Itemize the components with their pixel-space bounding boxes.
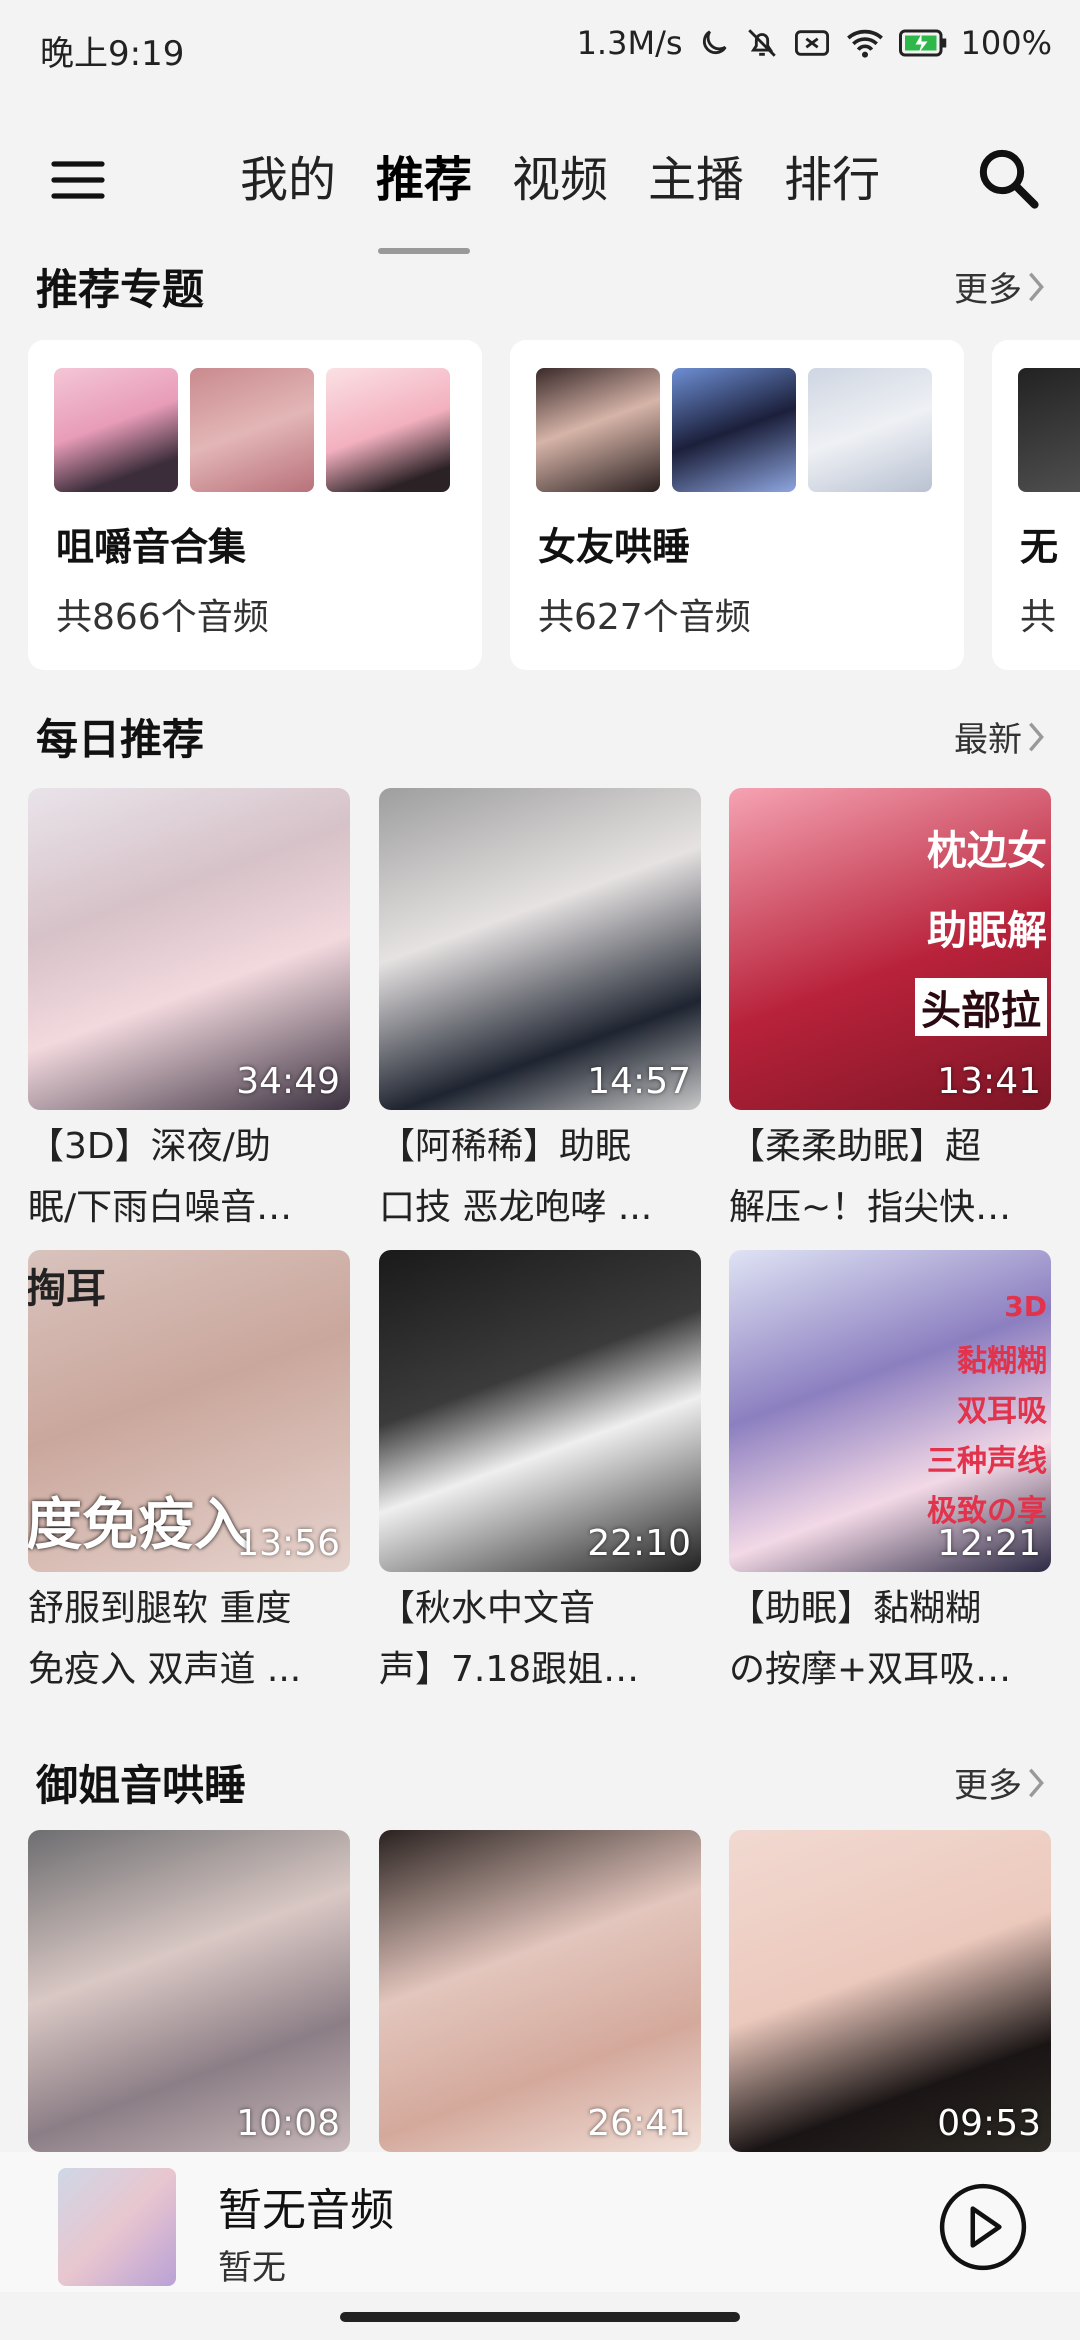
moon-icon	[702, 30, 727, 55]
daily-header: 每日推荐 最新	[36, 706, 1046, 776]
topic-count: 共	[1020, 597, 1057, 638]
video-duration: 12:21	[937, 1523, 1041, 1564]
battery-percent: 100%	[960, 24, 1052, 62]
video-card[interactable]: 掏耳 度免疫入 13:56 舒服到腿软 重度 免疫入 双声道 ...	[28, 1250, 350, 1700]
video-thumbnail: 22:10	[379, 1250, 701, 1572]
topic-card[interactable]: 女友哄睡 共627个音频	[510, 340, 964, 670]
topic-count: 共866个音频	[56, 597, 269, 638]
thumbnail-caption: 3D	[1004, 1290, 1047, 1323]
video-card[interactable]: 34:49 【3D】深夜/助 眠/下雨白噪音…	[28, 788, 350, 1238]
bell-off-icon	[747, 29, 776, 57]
topic-thumbnail	[1018, 368, 1080, 492]
topic-card[interactable]: 无 共	[992, 340, 1080, 670]
section-title: 推荐专题	[36, 265, 205, 314]
video-card[interactable]: 26:41	[379, 1830, 701, 2152]
section-title: 御姐音哄睡	[36, 1761, 247, 1810]
video-duration: 34:49	[236, 1061, 340, 1102]
play-icon[interactable]	[938, 2182, 1028, 2272]
featured-header: 推荐专题 更多	[36, 256, 1046, 326]
mini-player[interactable]: 暂无音频 暂无	[0, 2152, 1080, 2292]
video-duration: 13:41	[937, 1061, 1041, 1102]
tab-anchor[interactable]: 主播	[628, 140, 764, 220]
video-title: 【阿稀稀】助眠 口技 恶龙咆哮 ...	[379, 1126, 653, 1228]
topic-thumbnail	[326, 368, 450, 492]
section-title: 每日推荐	[36, 715, 205, 764]
yujie-header: 御姐音哄睡 更多	[36, 1752, 1046, 1822]
video-card[interactable]: 3D 黏糊糊 双耳吸 三种声线 极致の享 12:21 【助眠】黏糊糊 の按摩+双耳…	[729, 1250, 1051, 1700]
battery-charging-icon	[898, 29, 946, 57]
chevron-right-icon	[1029, 722, 1044, 751]
wifi-icon	[846, 29, 883, 58]
video-title: 【3D】深夜/助 眠/下雨白噪音…	[28, 1126, 293, 1228]
video-thumbnail: 14:57	[379, 788, 701, 1110]
video-thumbnail: 10:08	[28, 1830, 350, 2152]
tab-video[interactable]: 视频	[492, 140, 628, 220]
thumbnail-caption: 度免疫入	[28, 1493, 250, 1558]
video-card[interactable]: 10:08	[28, 1830, 350, 2152]
topic-name: 无	[1020, 525, 1059, 569]
home-indicator[interactable]	[340, 2312, 740, 2322]
tab-recommend[interactable]: 推荐	[356, 140, 492, 254]
video-title: 【柔柔助眠】超 解压~！指尖快…	[729, 1126, 1012, 1228]
video-thumbnail: 34:49	[28, 788, 350, 1110]
status-bar: 晚上9:19 1.3M/s 100%	[0, 0, 1080, 100]
more-button[interactable]: 更多	[954, 262, 1046, 311]
thumbnail-caption: 掏耳	[28, 1266, 106, 1312]
video-thumbnail: 09:53	[729, 1830, 1051, 2152]
more-label: 更多	[954, 270, 1022, 310]
player-cover	[58, 2168, 176, 2286]
video-thumbnail: 掏耳 度免疫入 13:56	[28, 1250, 350, 1572]
more-label: 更多	[954, 1766, 1022, 1806]
thumbnail-caption: 黏糊糊	[957, 1344, 1047, 1379]
video-duration: 13:56	[236, 1523, 340, 1564]
video-thumbnail: 枕边女 助眠解 头部拉 13:41	[729, 788, 1051, 1110]
topic-carousel[interactable]: 咀嚼音合集 共866个音频 女友哄睡 共627个音频 无 共	[28, 340, 1080, 670]
network-speed: 1.3M/s	[576, 24, 683, 62]
player-title: 暂无音频	[218, 2185, 394, 2236]
video-title: 舒服到腿软 重度 免疫入 双声道 ...	[28, 1588, 302, 1690]
thumbnail-caption: 头部拉	[915, 978, 1047, 1036]
chevron-right-icon	[1029, 1768, 1044, 1797]
status-time: 晚上9:19	[40, 34, 185, 74]
video-card[interactable]: 枕边女 助眠解 头部拉 13:41 【柔柔助眠】超 解压~！指尖快…	[729, 788, 1051, 1238]
video-duration: 14:57	[587, 1061, 691, 1102]
video-card[interactable]: 22:10 【秋水中文音 声】7.18跟姐…	[379, 1250, 701, 1700]
video-title: 【助眠】黏糊糊 の按摩+双耳吸…	[729, 1588, 1012, 1690]
thumbnail-caption: 双耳吸	[957, 1394, 1047, 1429]
top-nav: 我的 推荐 视频 主播 排行	[0, 120, 1080, 254]
topic-card[interactable]: 咀嚼音合集 共866个音频	[28, 340, 482, 670]
more-button[interactable]: 更多	[954, 1758, 1046, 1807]
topic-thumbnail	[808, 368, 932, 492]
thumbnail-caption: 助眠解	[927, 908, 1047, 954]
topic-name: 女友哄睡	[538, 525, 691, 569]
video-card[interactable]: 09:53	[729, 1830, 1051, 2152]
video-duration: 09:53	[937, 2103, 1041, 2144]
tab-ranking[interactable]: 排行	[764, 140, 900, 220]
video-duration: 26:41	[587, 2103, 691, 2144]
topic-count: 共627个音频	[538, 597, 751, 638]
video-card[interactable]: 14:57 【阿稀稀】助眠 口技 恶龙咆哮 ...	[379, 788, 701, 1238]
player-subtitle: 暂无	[218, 2248, 286, 2288]
sim-off-icon	[794, 30, 829, 56]
video-duration: 10:08	[236, 2103, 340, 2144]
latest-label: 最新	[954, 720, 1022, 760]
video-title: 【秋水中文音 声】7.18跟姐…	[379, 1588, 640, 1690]
video-thumbnail: 26:41	[379, 1830, 701, 2152]
tab-bar: 我的 推荐 视频 主播 排行	[220, 140, 900, 254]
latest-button[interactable]: 最新	[954, 712, 1046, 761]
chevron-right-icon	[1029, 272, 1044, 301]
topic-thumbnail	[190, 368, 314, 492]
thumbnail-caption: 枕边女	[927, 828, 1047, 874]
search-icon[interactable]	[974, 144, 1044, 214]
topic-thumbnail	[54, 368, 178, 492]
menu-icon[interactable]	[48, 150, 108, 210]
topic-name: 咀嚼音合集	[56, 525, 247, 569]
tab-mine[interactable]: 我的	[220, 140, 356, 220]
video-thumbnail: 3D 黏糊糊 双耳吸 三种声线 极致の享 12:21	[729, 1250, 1051, 1572]
topic-thumbnail	[672, 368, 796, 492]
topic-thumbnail	[536, 368, 660, 492]
thumbnail-caption: 三种声线	[927, 1444, 1047, 1479]
status-icons: 1.3M/s 100%	[577, 24, 1052, 62]
video-duration: 22:10	[587, 1523, 691, 1564]
